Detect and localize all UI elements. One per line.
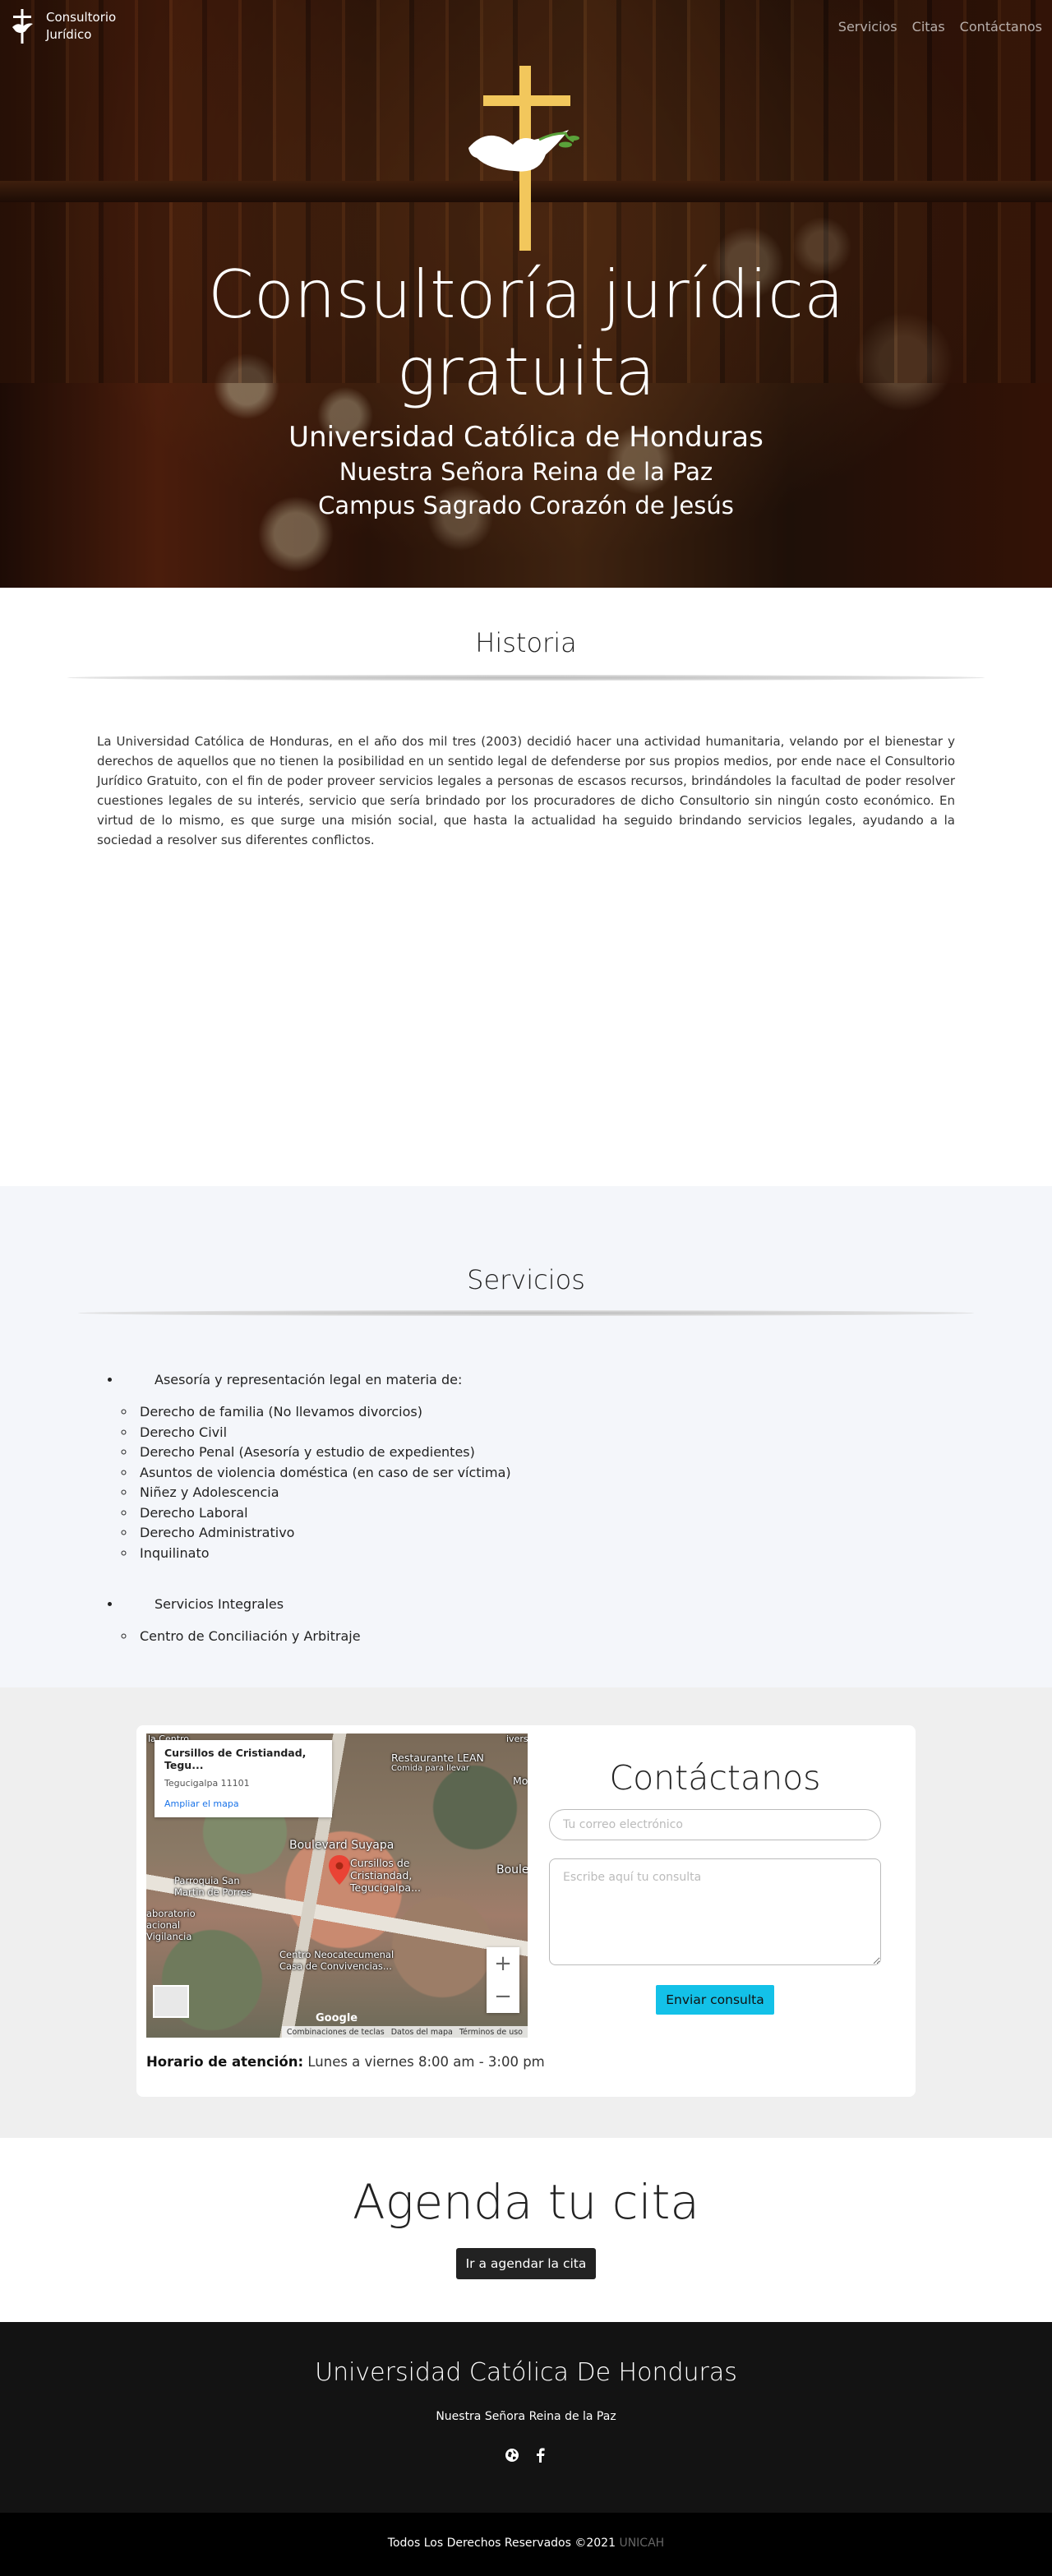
map-label-boulevard: Boule bbox=[496, 1863, 528, 1877]
brand-name: Consultorio Jurídico bbox=[46, 10, 117, 42]
service-item: Centro de Conciliación y Arbitraje bbox=[122, 1627, 1052, 1647]
hero-title: Consultoría jurídica gratuita bbox=[207, 256, 845, 410]
hero-subtitle: Nuestra Señora Reina de la Paz bbox=[339, 458, 713, 486]
office-hours: Horario de atención: Lunes a viernes 8:0… bbox=[146, 2054, 545, 2070]
footer-title: Universidad Católica De Honduras bbox=[315, 2358, 737, 2387]
contact-section: la Centro ivers Mo Cursillos de Cristian… bbox=[0, 1687, 1052, 2138]
map-pin-icon[interactable] bbox=[329, 1855, 350, 1885]
map-label-parroquia: Parroquia San Martin de Porres bbox=[174, 1875, 252, 1898]
map-terms-link[interactable]: Términos de uso bbox=[459, 2028, 523, 2037]
service-group-label: Servicios Integrales bbox=[155, 1596, 284, 1612]
globe-icon[interactable] bbox=[505, 2448, 519, 2463]
footer: Universidad Católica De Honduras Nuestra… bbox=[0, 2322, 1052, 2513]
map-shortcuts-link[interactable]: Combinaciones de teclas bbox=[287, 2028, 385, 2037]
map-place-card: Cursillos de Cristiandad, Tegu... Teguci… bbox=[155, 1740, 332, 1817]
service-group: Asesoría y representación legal en mater… bbox=[122, 1365, 1052, 1590]
service-item: Derecho Civil bbox=[122, 1423, 1052, 1443]
hero-university: Universidad Católica de Honduras bbox=[288, 421, 764, 454]
map-zoom-controls: + − bbox=[487, 1947, 519, 2013]
contact-title: Contáctanos bbox=[609, 1758, 821, 1798]
historia-title: Historia bbox=[475, 627, 577, 658]
message-field[interactable] bbox=[549, 1858, 881, 1965]
schedule-appointment-button[interactable]: Ir a agendar la cita bbox=[455, 2248, 597, 2279]
service-item: Derecho de familia (No llevamos divorcio… bbox=[122, 1402, 1052, 1423]
servicios-section: Servicios Asesoría y representación lega… bbox=[0, 1186, 1052, 1687]
footer-subtitle: Nuestra Señora Reina de la Paz bbox=[436, 2410, 616, 2423]
service-item: Derecho Administrativo bbox=[122, 1523, 1052, 1544]
zoom-out-button[interactable]: − bbox=[487, 1980, 519, 2013]
map-label-centro: Centro Neocatecumenal Casa de Convivenci… bbox=[279, 1949, 394, 1972]
footer-social-links bbox=[0, 2448, 1052, 2463]
map-data-link[interactable]: Datos del mapa bbox=[391, 2028, 453, 2037]
map-label-laboratorio: aboratorio acional Vigilancia bbox=[146, 1908, 196, 1942]
map-label: ivers bbox=[506, 1733, 528, 1744]
historia-section: Historia La Universidad Católica de Hond… bbox=[0, 588, 1052, 1186]
email-field[interactable] bbox=[549, 1809, 881, 1840]
office-hours-label: Horario de atención: bbox=[146, 2054, 304, 2070]
nav-link-servicios[interactable]: Servicios bbox=[838, 19, 897, 35]
facebook-icon[interactable] bbox=[533, 2448, 547, 2463]
map-place-title: Cursillos de Cristiandad, Tegu... bbox=[164, 1747, 307, 1771]
zoom-in-button[interactable]: + bbox=[487, 1947, 519, 1980]
agenda-title: Agenda tu cita bbox=[353, 2174, 699, 2230]
service-sublist: Centro de Conciliación y Arbitraje bbox=[122, 1627, 1052, 1647]
service-item: Asuntos de violencia doméstica (en caso … bbox=[122, 1463, 1052, 1484]
service-group: Servicios Integrales Centro de Conciliac… bbox=[122, 1590, 1052, 1647]
service-item: Derecho Penal (Asesoría y estudio de exp… bbox=[122, 1443, 1052, 1463]
office-hours-value: Lunes a viernes 8:00 am - 3:00 pm bbox=[307, 2054, 545, 2070]
section-divider bbox=[67, 675, 985, 681]
contact-form: Contáctanos Enviar consulta bbox=[549, 1758, 881, 2015]
servicios-title: Servicios bbox=[467, 1264, 585, 1295]
nav-link-citas[interactable]: Citas bbox=[912, 19, 945, 35]
map-footer: Combinaciones de teclas Datos del mapa T… bbox=[281, 2026, 528, 2038]
service-group-label: Asesoría y representación legal en mater… bbox=[155, 1372, 463, 1387]
cross-dove-logo-icon bbox=[468, 66, 579, 251]
map-label: Mo bbox=[513, 1775, 528, 1787]
section-divider bbox=[78, 1310, 974, 1316]
service-item: Inquilinato bbox=[122, 1544, 1052, 1564]
service-item: Derecho Laboral bbox=[122, 1503, 1052, 1524]
map-label-pin: Cursillos de Cristiandad, Tegucigalpa... bbox=[350, 1857, 421, 1894]
map-label-restaurant-sub: Comida para llevar bbox=[391, 1764, 470, 1773]
historia-text: La Universidad Católica de Honduras, en … bbox=[97, 734, 955, 847]
map-place-address: Tegucigalpa 11101 bbox=[164, 1778, 250, 1789]
google-logo: Google bbox=[316, 2012, 358, 2024]
map-satellite-toggle[interactable] bbox=[153, 1985, 189, 2018]
servicios-list: Asesoría y representación legal en mater… bbox=[115, 1365, 1052, 1647]
hero-campus: Campus Sagrado Corazón de Jesús bbox=[318, 492, 734, 519]
brand[interactable]: Consultorio Jurídico bbox=[10, 9, 117, 44]
map-enlarge-link[interactable]: Ampliar el mapa bbox=[164, 1798, 322, 1809]
cross-dove-logo-icon bbox=[12, 9, 33, 44]
agenda-section: Agenda tu cita Ir a agendar la cita bbox=[0, 2138, 1052, 2322]
hero-section: Consultorio Jurídico Servicios Citas Con… bbox=[0, 0, 1052, 588]
copyright-bar: Todos Los Derechos Reservados ©2021 UNIC… bbox=[0, 2513, 1052, 2576]
map-label-boulevard: Boulevard Suyapa bbox=[289, 1839, 394, 1852]
contact-card: la Centro ivers Mo Cursillos de Cristian… bbox=[136, 1725, 916, 2097]
nav-links: Servicios Citas Contáctanos bbox=[838, 19, 1042, 35]
send-inquiry-button[interactable]: Enviar consulta bbox=[656, 1985, 774, 2015]
copyright-text: Todos Los Derechos Reservados ©2021 bbox=[387, 2537, 616, 2550]
unicah-link[interactable]: UNICAH bbox=[619, 2537, 664, 2550]
nav-link-contactanos[interactable]: Contáctanos bbox=[960, 19, 1042, 35]
service-sublist: Derecho de familia (No llevamos divorcio… bbox=[122, 1402, 1052, 1563]
service-item: Niñez y Adolescencia bbox=[122, 1483, 1052, 1503]
embedded-map[interactable]: la Centro ivers Mo Cursillos de Cristian… bbox=[146, 1733, 528, 2038]
navbar: Consultorio Jurídico Servicios Citas Con… bbox=[0, 0, 1052, 53]
map-label-restaurant: Restaurante LEAN bbox=[391, 1752, 484, 1764]
